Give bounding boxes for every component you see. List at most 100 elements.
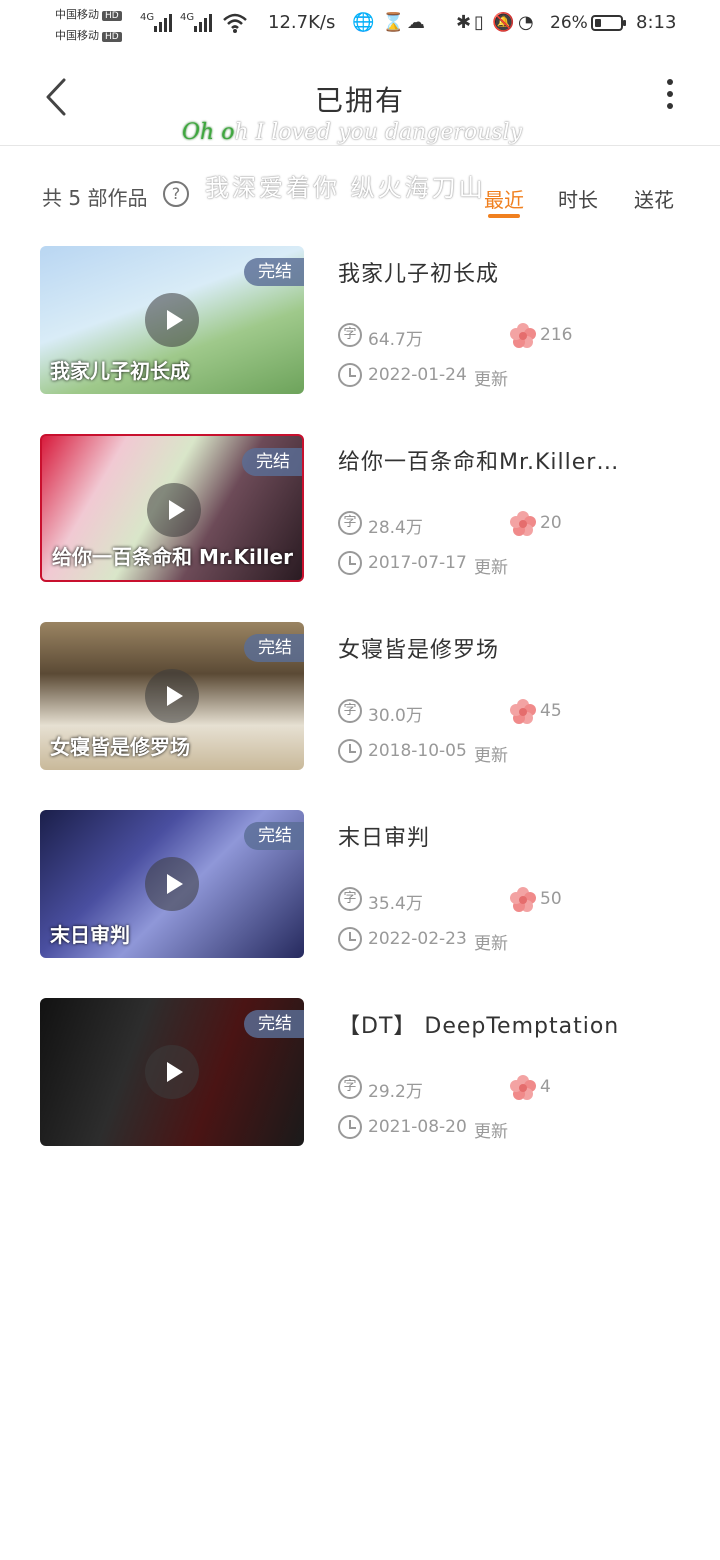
cover-caption: 女寝皆是修罗场 xyxy=(50,735,190,759)
flower-icon xyxy=(510,699,536,724)
clock-icon xyxy=(338,551,362,575)
globe-icon: 🌐 xyxy=(352,12,375,33)
hd-badge-2: HD xyxy=(102,32,122,42)
completed-badge: 完结 xyxy=(244,258,304,286)
help-circle-icon: ? xyxy=(171,184,181,203)
more-vertical-icon xyxy=(652,79,688,109)
wifi-icon xyxy=(223,13,247,33)
carrier-2: 中国移动 xyxy=(55,29,99,42)
word-count: 35.4万 xyxy=(368,894,423,914)
page-title: 已拥有 xyxy=(314,84,405,117)
update-date: 2017-07-17 xyxy=(368,553,467,573)
hourglass-icon: ⌛ xyxy=(382,12,405,33)
flower-count: 45 xyxy=(540,701,562,721)
battery-icon xyxy=(591,15,626,31)
update-label: 更新 xyxy=(474,1122,508,1142)
completed-badge: 完结 xyxy=(244,1010,304,1038)
word-count: 28.4万 xyxy=(368,518,423,538)
data-saver-icon: ◔ xyxy=(518,12,534,33)
clock-icon xyxy=(338,1115,362,1139)
lyric-line-1-sung: Oh o xyxy=(182,120,235,145)
status-bar: 中国移动 HD 中国移动 HD 4G 4G 12.7K/s 🌐 ⌛ ☁ ✱ ▯ 🔕 … xyxy=(0,0,720,50)
works-count: 共 5 部作品 xyxy=(42,186,148,210)
update-date: 2022-01-24 xyxy=(368,365,467,385)
flower-count: 4 xyxy=(540,1077,551,1097)
battery-percent: 26% xyxy=(550,13,588,33)
list-item[interactable]: 女寝皆是修罗场 完结 女寝皆是修罗场字 30.0万 45 2018-10-05 更新 xyxy=(0,622,720,772)
clock-icon xyxy=(338,927,362,951)
signal-1-icon xyxy=(154,12,172,32)
cover-caption: 给你一百条命和 Mr.Killer xyxy=(52,545,293,569)
update-date: 2022-02-23 xyxy=(368,929,467,949)
clock-icon xyxy=(338,363,362,387)
list-item[interactable]: 给你一百条命和 Mr.Killer 完结 给你一百条命和Mr.Killer… 字 28.… xyxy=(0,434,720,584)
update-date: 2021-08-20 xyxy=(368,1117,467,1137)
carrier-1: 中国移动 xyxy=(55,8,99,21)
signal-2-icon xyxy=(194,12,212,32)
flower-count: 216 xyxy=(540,325,573,345)
sort-tab-recent[interactable]: 最近 xyxy=(484,184,524,213)
work-title[interactable]: 给你一百条命和Mr.Killer… xyxy=(338,444,668,476)
cover-thumbnail[interactable]: 我家儿子初长成 完结 xyxy=(40,246,304,394)
cover-thumbnail[interactable]: 完结 xyxy=(40,998,304,1146)
list-item[interactable]: 末日审判 完结 末日审判字 35.4万 50 2022-02-23 更新 xyxy=(0,810,720,960)
word-count: 64.7万 xyxy=(368,330,423,350)
update-label: 更新 xyxy=(474,558,508,578)
cover-caption: 我家儿子初长成 xyxy=(50,359,190,383)
active-tab-indicator xyxy=(488,214,520,218)
status-time: 8:13 xyxy=(636,12,677,33)
lyric-line-2: 我深爱着你 纵火海刀山 xyxy=(205,174,486,202)
lyric-line-1-rest: h I loved you dangerously xyxy=(234,120,523,145)
update-date: 2018-10-05 xyxy=(368,741,467,761)
word-count-icon: 字 xyxy=(338,1075,362,1099)
work-title[interactable]: 末日审判 xyxy=(338,820,668,852)
flower-count: 20 xyxy=(540,513,562,533)
cover-caption: 末日审判 xyxy=(50,923,130,947)
play-icon[interactable] xyxy=(147,483,201,537)
completed-badge: 完结 xyxy=(244,822,304,850)
mute-bell-icon: 🔕 xyxy=(492,12,515,33)
carrier-info: 中国移动 HD 中国移动 HD xyxy=(55,5,122,47)
flower-icon xyxy=(510,1075,536,1100)
clock-icon xyxy=(338,739,362,763)
vibrate-icon: ▯ xyxy=(474,12,484,33)
word-count-icon: 字 xyxy=(338,323,362,347)
play-icon[interactable] xyxy=(145,1045,199,1099)
cover-thumbnail[interactable]: 女寝皆是修罗场 完结 xyxy=(40,622,304,770)
list-item[interactable]: 我家儿子初长成 完结 我家儿子初长成字 64.7万 216 2022-01-24 更新 xyxy=(0,246,720,396)
network-type-2: 4G xyxy=(180,12,195,23)
more-options-button[interactable] xyxy=(652,79,688,115)
flower-icon xyxy=(510,887,536,912)
completed-badge: 完结 xyxy=(242,448,302,476)
network-speed: 12.7K/s xyxy=(268,12,336,33)
cover-thumbnail[interactable]: 给你一百条命和 Mr.Killer 完结 xyxy=(40,434,304,582)
sort-tab-flowers[interactable]: 送花 xyxy=(634,184,674,213)
update-label: 更新 xyxy=(474,370,508,390)
work-title[interactable]: 【DT】 DeepTemptation xyxy=(338,1008,668,1040)
update-label: 更新 xyxy=(474,746,508,766)
help-button[interactable]: ? xyxy=(163,181,189,207)
work-title[interactable]: 女寝皆是修罗场 xyxy=(338,632,668,664)
play-icon[interactable] xyxy=(145,857,199,911)
hd-badge-1: HD xyxy=(102,11,122,21)
play-icon[interactable] xyxy=(145,669,199,723)
flower-icon xyxy=(510,511,536,536)
play-icon[interactable] xyxy=(145,293,199,347)
network-type-1: 4G xyxy=(140,12,155,23)
cover-thumbnail[interactable]: 末日审判 完结 xyxy=(40,810,304,958)
work-title[interactable]: 我家儿子初长成 xyxy=(338,256,668,288)
word-count-icon: 字 xyxy=(338,699,362,723)
bluetooth-icon: ✱ xyxy=(456,12,472,33)
flower-count: 50 xyxy=(540,889,562,909)
word-count: 30.0万 xyxy=(368,706,423,726)
app-notification-icon: ☁ xyxy=(407,12,425,33)
list-item[interactable]: 完结 【DT】 DeepTemptation 字 29.2万 4 2021-08-20 更新 xyxy=(0,998,720,1148)
word-count-icon: 字 xyxy=(338,511,362,535)
update-label: 更新 xyxy=(474,934,508,954)
flower-icon xyxy=(510,323,536,348)
word-count: 29.2万 xyxy=(368,1082,423,1102)
sort-tab-duration[interactable]: 时长 xyxy=(558,184,598,213)
lyric-line-1: Oh oh I loved you dangerously xyxy=(182,120,522,145)
completed-badge: 完结 xyxy=(244,634,304,662)
word-count-icon: 字 xyxy=(338,887,362,911)
